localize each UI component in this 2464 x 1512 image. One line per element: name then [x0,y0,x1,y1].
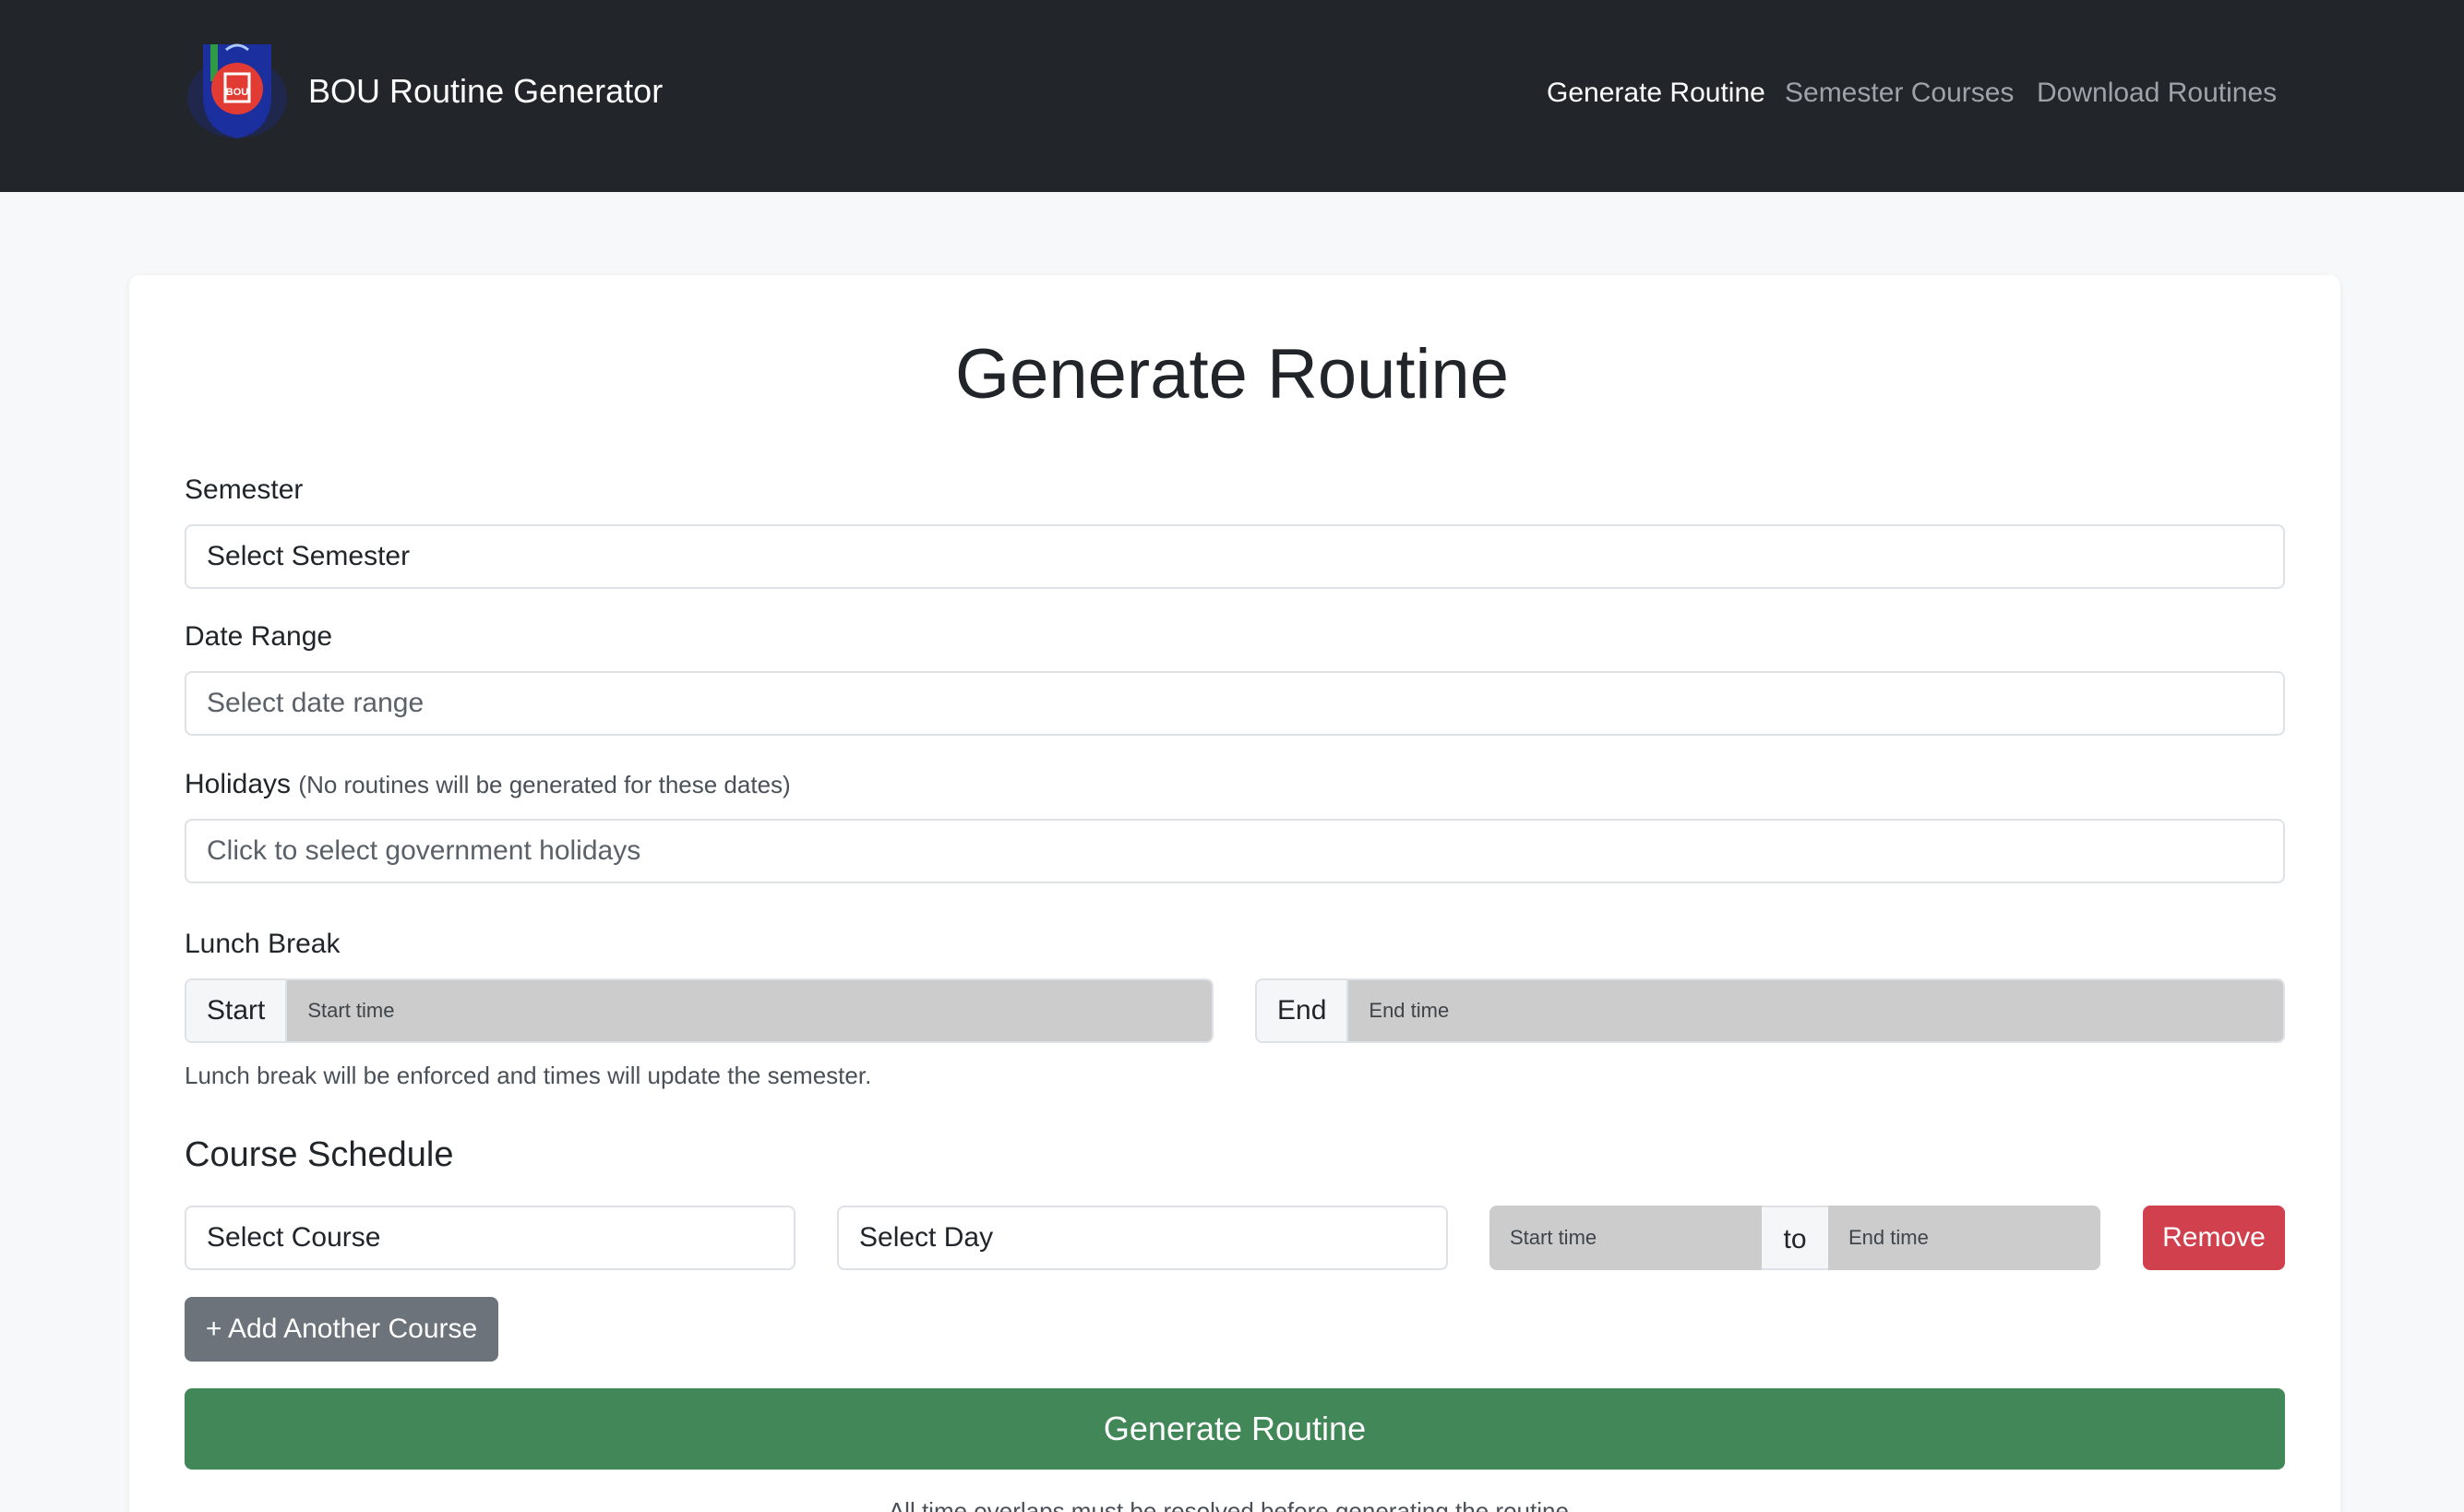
page-title: Generate Routine [955,335,1509,414]
nav-semester-courses[interactable]: Semester Courses [1785,78,2014,109]
holidays-input[interactable]: Click to select government holidays [185,819,2285,883]
day-select[interactable]: Select Day [837,1206,1448,1270]
brand-title[interactable]: BOU Routine Generator [308,72,663,111]
semester-select[interactable]: Select Semester [185,524,2285,589]
bou-logo-icon[interactable]: BOU [185,42,290,140]
lunch-break-help: Lunch break will be enforced and times w… [185,1062,872,1089]
lunch-end-group: End End time [1255,978,2285,1043]
course-time-group: Start time to End time [1489,1206,2100,1270]
lunch-end-input[interactable]: End time [1348,980,2283,1041]
holidays-label: Holidays (No routines will be generated … [185,769,791,800]
lunch-start-input[interactable]: Start time [287,980,1212,1041]
remove-course-button[interactable]: Remove [2143,1206,2285,1270]
nav-download-routines[interactable]: Download Routines [2037,78,2277,109]
lunch-start-group: Start Start time [185,978,1214,1043]
date-range-label: Date Range [185,621,333,652]
holidays-label-text: Holidays [185,769,292,799]
to-label: to [1762,1206,1828,1270]
generate-routine-button[interactable]: Generate Routine [185,1388,2285,1470]
navbar: BOU BOU Routine Generator Generate Routi… [0,0,2464,192]
nav-generate-routine[interactable]: Generate Routine [1547,78,1765,109]
add-course-button[interactable]: + Add Another Course [185,1297,498,1362]
footer-note: All time overlaps must be resolved befor… [888,1497,1576,1512]
logo-text: BOU [226,87,249,98]
lunch-break-label: Lunch Break [185,929,341,959]
course-schedule-title: Course Schedule [185,1135,454,1174]
lunch-end-label: End [1257,980,1349,1041]
semester-label: Semester [185,474,304,505]
date-range-input[interactable]: Select date range [185,671,2285,736]
course-select[interactable]: Select Course [185,1206,795,1270]
course-end-time-input[interactable]: End time [1828,1206,2100,1270]
course-start-time-input[interactable]: Start time [1489,1206,1762,1270]
holidays-note: (No routines will be generated for these… [298,771,791,798]
lunch-start-label: Start [186,980,288,1041]
